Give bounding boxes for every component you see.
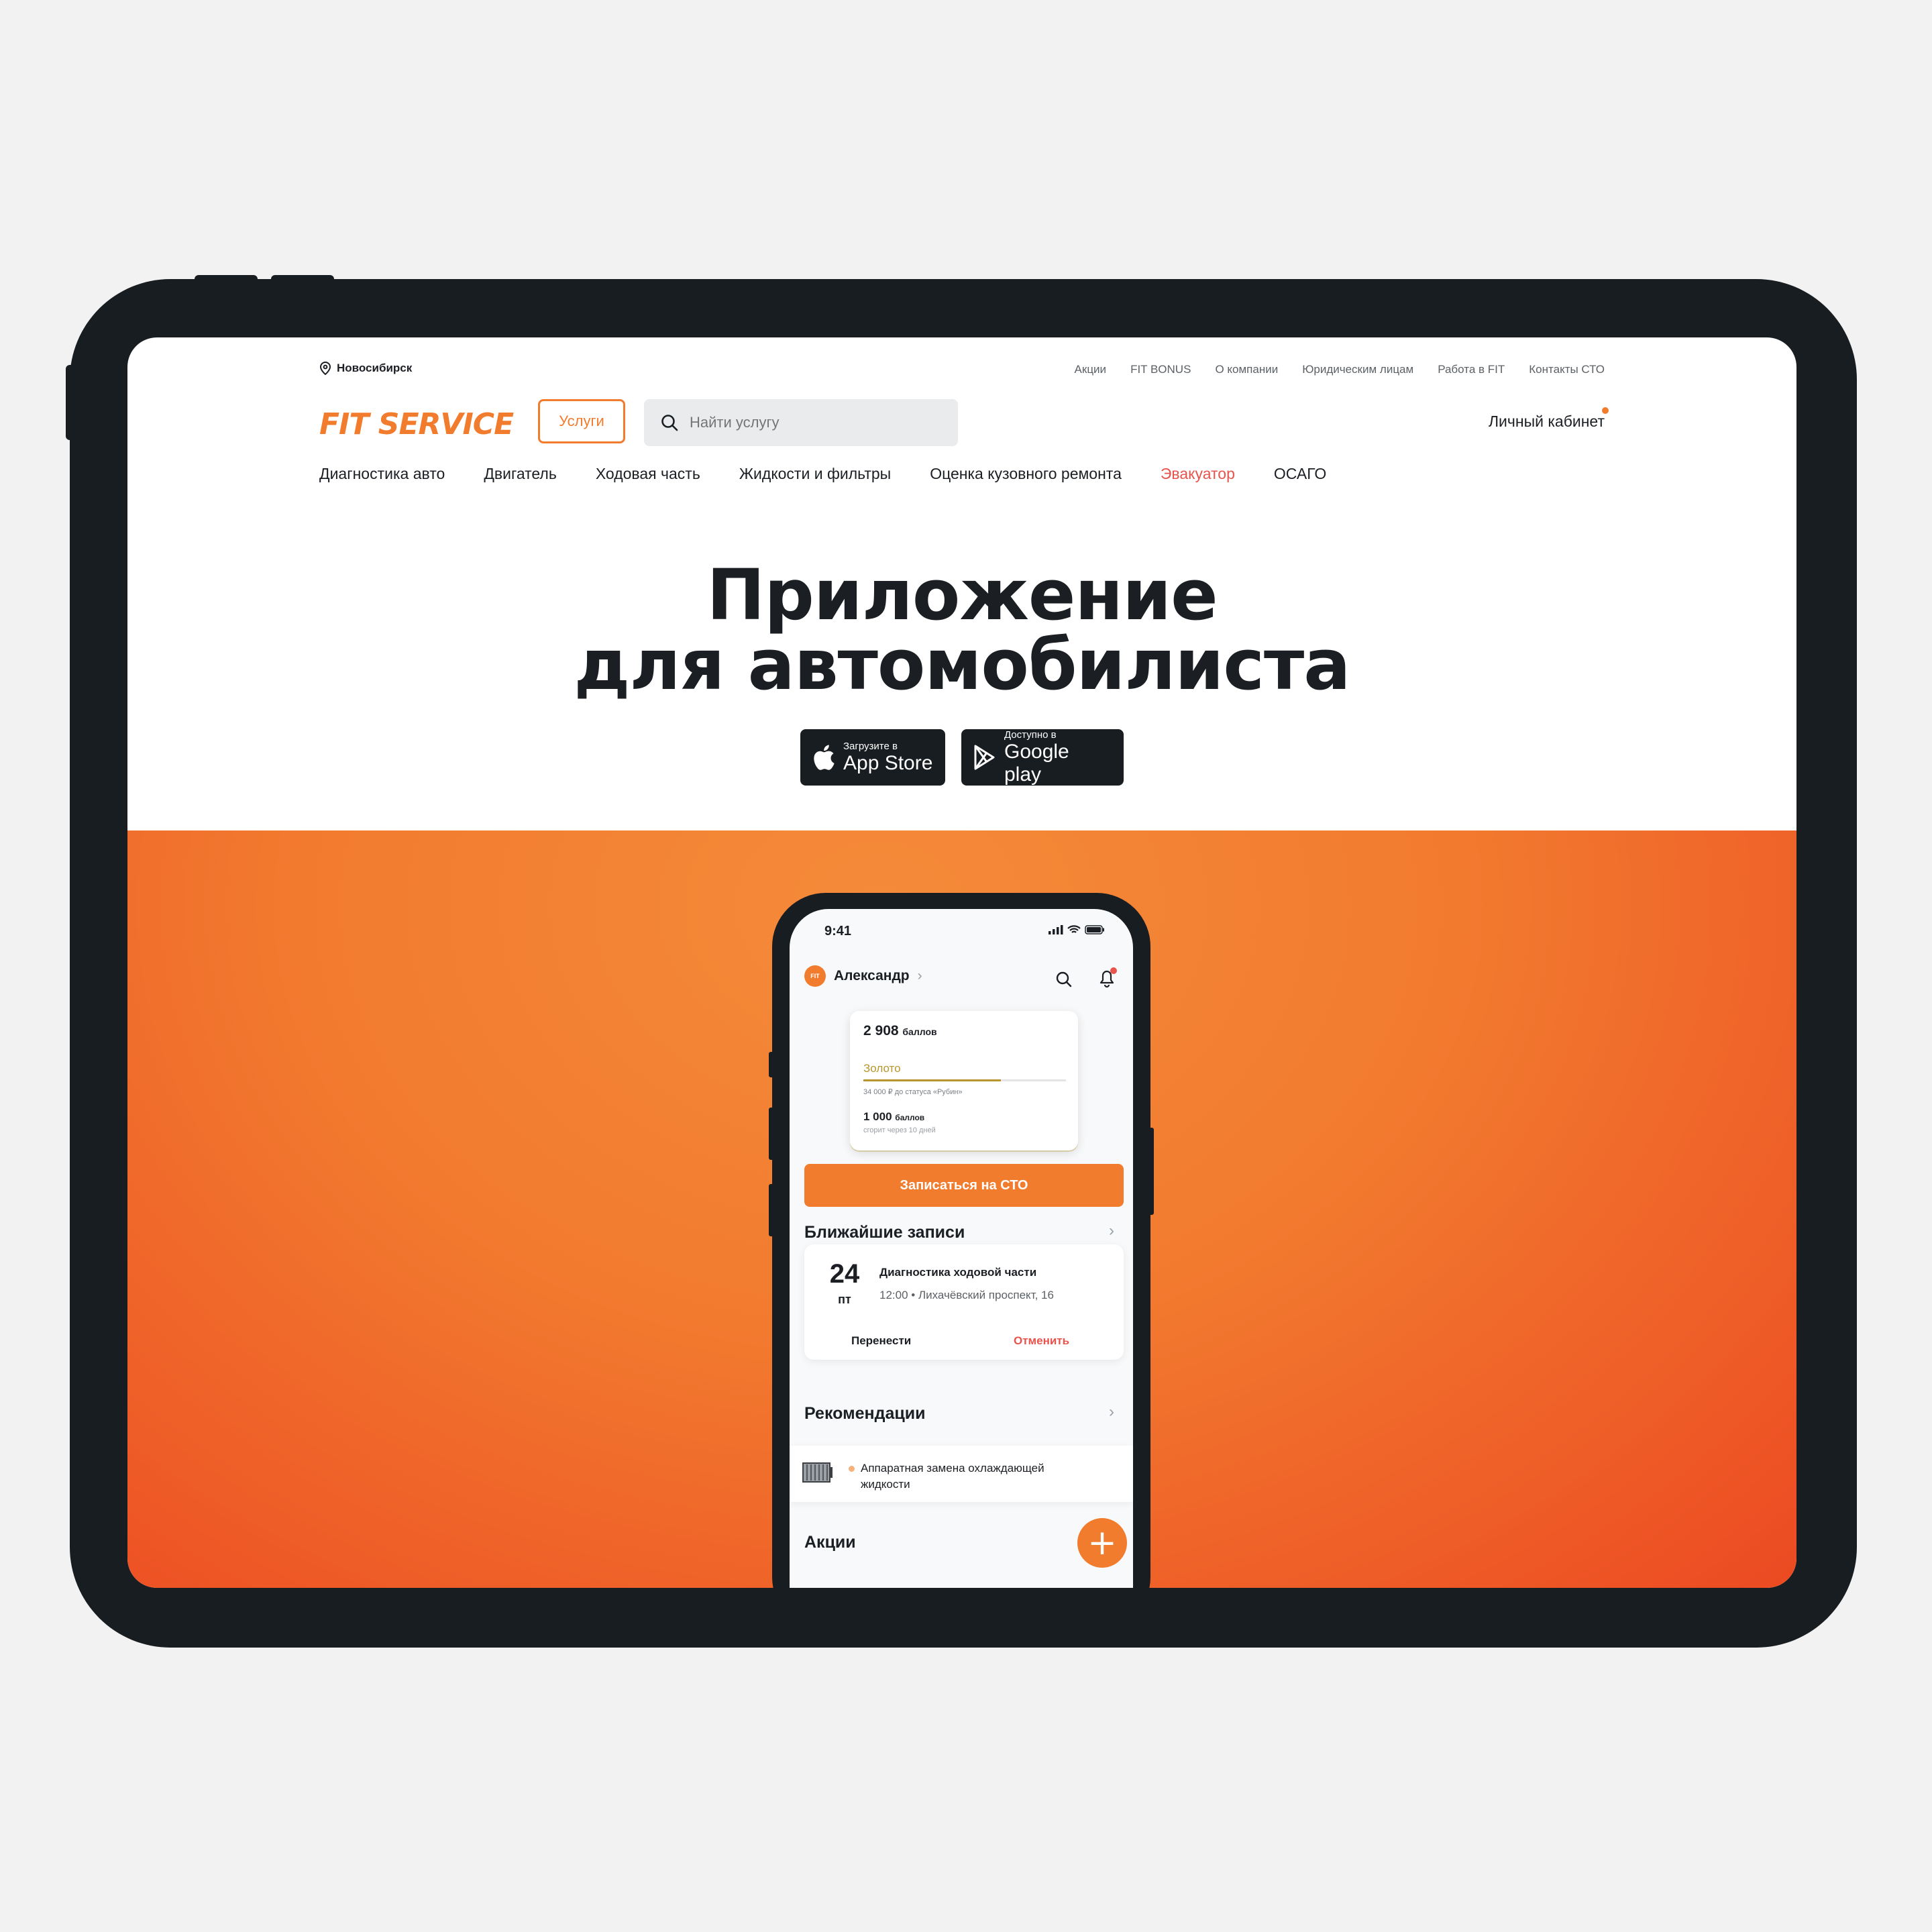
top-link-legal[interactable]: Юридическим лицам [1302,363,1413,376]
book-service-button[interactable]: Записаться на СТО [804,1164,1124,1207]
expiring-unit: баллов [895,1113,925,1122]
battery-icon [1085,925,1104,934]
top-link-contacts[interactable]: Контакты СТО [1529,363,1605,376]
search-input[interactable] [688,413,932,432]
nav-item-fluids[interactable]: Жидкости и фильтры [739,465,891,483]
wifi-icon [1067,925,1081,933]
expiring-value: 1 000 [863,1110,892,1123]
location-pin-icon [319,362,331,375]
personal-cabinet-link[interactable]: Личный кабинет [1488,407,1609,431]
google-play-big: Google play [1004,740,1069,786]
top-link-fit-bonus[interactable]: FIT BONUS [1130,363,1191,376]
notification-dot [1602,407,1609,414]
status-icons [1049,925,1105,934]
chevron-right-icon[interactable]: › [1109,1222,1114,1240]
appointment-day: 24 [829,1259,860,1289]
main-nav: Диагностика авто Двигатель Ходовая часть… [319,465,1326,483]
app-store-big: App Store [843,751,933,774]
status-next: 34 000 ₽ до статуса «Рубин» [863,1088,963,1096]
user-profile-link[interactable]: FIT Александр › [804,965,922,987]
appointment-weekday: пт [838,1293,851,1306]
page-title-line-1: Приложение [706,554,1218,636]
reschedule-button[interactable]: Перенести [851,1334,911,1348]
signal-icon [1049,925,1063,934]
status-time: 9:41 [824,924,852,938]
cancel-button[interactable]: Отменить [1014,1334,1069,1348]
expiring-row: 1 000 баллов [863,1110,924,1124]
upcoming-title[interactable]: Ближайшие записи [804,1223,965,1242]
top-link-careers[interactable]: Работа в FIT [1438,363,1505,376]
recommendation-dot [849,1466,855,1472]
city-name: Новосибирск [337,362,413,374]
nav-item-diagnostics[interactable]: Диагностика авто [319,465,445,483]
nav-item-engine[interactable]: Двигатель [484,465,557,483]
promo-title[interactable]: Акции [804,1533,856,1552]
nav-item-tow-truck[interactable]: Эвакуатор [1161,465,1235,483]
recommendation-item[interactable]: Аппаратная замена охлаждающей жидкости [790,1446,1133,1502]
services-button[interactable]: Услуги [538,399,625,443]
page-title: Приложение для автомобилиста [127,560,1796,700]
apple-icon [814,745,835,770]
browser-screen: Новосибирск Акции FIT BONUS О компании Ю… [127,337,1796,1588]
status-progress-fill [863,1079,1002,1081]
google-play-button[interactable]: Доступно в Google play [961,729,1124,786]
avatar: FIT [804,965,826,987]
search-icon [661,415,678,431]
appointment-card[interactable]: 24 пт Диагностика ходовой части 12:00 • … [804,1244,1124,1360]
radiator-icon [802,1462,833,1483]
points-row: 2 908 баллов [863,1023,937,1039]
top-links: Акции FIT BONUS О компании Юридическим л… [1075,363,1605,376]
points-unit: баллов [902,1026,937,1037]
google-play-small: Доступно в [1004,729,1057,741]
bell-icon[interactable] [1097,967,1117,988]
expiring-note: сгорит через 10 дней [863,1126,936,1134]
appointment-service: Диагностика ходовой части [879,1266,1037,1279]
chevron-right-icon[interactable]: › [1109,1403,1114,1421]
user-name: Александр [834,968,910,983]
search-bar[interactable] [644,399,958,446]
city-selector[interactable]: Новосибирск [319,362,412,375]
page-title-line-2: для автомобилиста [574,624,1351,706]
fit-service-logo[interactable]: FIT SERVICE [319,407,514,441]
search-icon[interactable] [1055,971,1073,988]
app-store-button[interactable]: Загрузите в App Store [800,729,945,786]
nav-item-chassis[interactable]: Ходовая часть [596,465,700,483]
status-level: Золото [863,1062,901,1075]
bonus-card[interactable]: 2 908 баллов Золото 34 000 ₽ до статуса … [850,1011,1078,1150]
personal-cabinet-label: Личный кабинет [1488,413,1605,430]
nav-item-body-repair[interactable]: Оценка кузовного ремонта [930,465,1122,483]
status-progress-track [863,1079,1066,1081]
recommendations-title[interactable]: Рекомендации [804,1404,925,1424]
points-value: 2 908 [863,1023,899,1038]
appointment-details: 12:00 • Лихачёвский проспект, 16 [879,1289,1054,1301]
nav-item-osago[interactable]: ОСАГО [1274,465,1326,483]
app-store-small: Загрузите в [843,740,898,752]
top-link-promo[interactable]: Акции [1075,363,1107,376]
recommendation-text: Аппаратная замена охлаждающей жидкости [861,1462,1044,1491]
top-link-about[interactable]: О компании [1215,363,1278,376]
phone-screen: 9:41 FIT Александр › 2 908 баллов Золото… [790,909,1133,1588]
add-button[interactable]: + [1077,1518,1127,1568]
store-buttons: Загрузите в App Store Доступно в Google … [127,729,1796,786]
chevron-right-icon: › [917,968,922,983]
google-play-icon [974,745,995,770]
